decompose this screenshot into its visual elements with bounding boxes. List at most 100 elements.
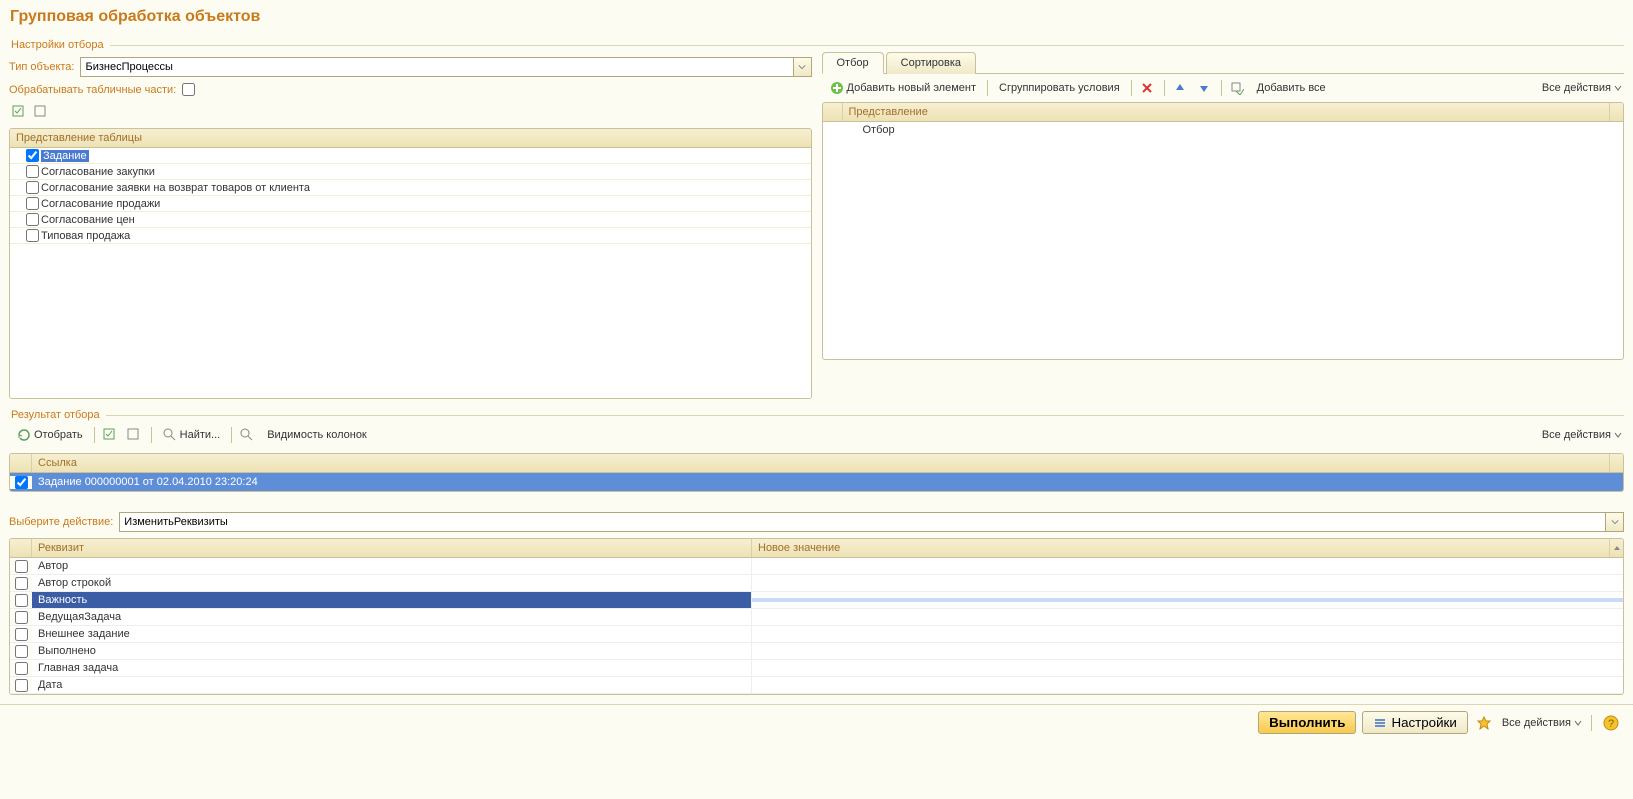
attr-checkbox[interactable] (15, 577, 28, 590)
item-label: Согласование заявки на возврат товаров о… (41, 182, 310, 194)
result-label: Задание 000000001 от 02.04.2010 23:20:24 (32, 473, 1623, 491)
attr-value[interactable] (752, 598, 1623, 602)
object-type-dropdown[interactable] (80, 57, 811, 77)
process-tabular-checkbox[interactable] (182, 83, 195, 96)
result-row[interactable]: Задание 000000001 от 02.04.2010 23:20:24 (10, 473, 1623, 491)
attr-name-header: Реквизит (32, 539, 752, 557)
settings-label: Настройки (1391, 715, 1456, 730)
object-type-input[interactable] (81, 61, 792, 73)
tab-sort[interactable]: Сортировка (886, 52, 976, 74)
item-checkbox[interactable] (26, 213, 39, 226)
item-checkbox[interactable] (26, 149, 39, 162)
columns-visibility-button[interactable]: Видимость колонок (261, 427, 373, 443)
item-label: Согласование продажи (41, 198, 160, 210)
bottom-all-actions[interactable]: Все действия (1502, 717, 1582, 729)
attr-name: Важность (32, 592, 752, 608)
attr-value[interactable] (752, 581, 1623, 585)
item-checkbox[interactable] (26, 197, 39, 210)
item-label: Согласование цен (41, 214, 135, 226)
table-view-item[interactable]: Согласование цен (10, 212, 811, 228)
attr-value[interactable] (752, 632, 1623, 636)
item-checkbox[interactable] (26, 229, 39, 242)
table-view-item[interactable]: Согласование заявки на возврат товаров о… (10, 180, 811, 196)
filter-column-header: Представление (843, 103, 1610, 121)
attr-name: Дата (32, 677, 752, 693)
uncheck-all-result-icon[interactable] (124, 425, 144, 445)
item-label: Задание (41, 150, 89, 162)
attr-name: Автор (32, 558, 752, 574)
attr-value[interactable] (752, 649, 1623, 653)
attr-row[interactable]: Дата (10, 677, 1623, 694)
svg-text:?: ? (1608, 718, 1614, 730)
table-view-item[interactable]: Типовая продажа (10, 228, 811, 244)
dropdown-icon[interactable] (1605, 513, 1623, 531)
attr-name: Главная задача (32, 660, 752, 676)
attr-checkbox[interactable] (15, 611, 28, 624)
filter-root-row[interactable]: Отбор (823, 122, 1624, 138)
attr-row[interactable]: Важность (10, 592, 1623, 609)
result-checkbox[interactable] (15, 476, 28, 489)
settings-button[interactable]: Настройки (1362, 711, 1467, 734)
attr-checkbox[interactable] (15, 662, 28, 675)
result-column-header: Ссылка (32, 454, 1609, 472)
attr-row[interactable]: Внешнее задание (10, 626, 1623, 643)
select-label: Отобрать (34, 429, 83, 441)
filter-section-legend: Настройки отбора (9, 39, 1624, 51)
page-title: Групповая обработка объектов (0, 0, 1633, 30)
attr-row[interactable]: Главная задача (10, 660, 1623, 677)
select-action-input[interactable] (120, 516, 1605, 528)
table-view-item[interactable]: Согласование закупки (10, 164, 811, 180)
select-action-dropdown[interactable] (119, 512, 1624, 532)
attr-checkbox[interactable] (15, 560, 28, 573)
process-tabular-label: Обрабатывать табличные части: (9, 84, 176, 96)
item-checkbox[interactable] (26, 165, 39, 178)
attr-checkbox[interactable] (15, 679, 28, 692)
add-all-button[interactable]: Добавить все (1251, 80, 1332, 96)
add-element-button[interactable]: Добавить новый элемент (824, 79, 983, 97)
item-label: Согласование закупки (41, 166, 155, 178)
attr-value[interactable] (752, 683, 1623, 687)
result-all-actions[interactable]: Все действия (1542, 429, 1622, 441)
filter-all-actions[interactable]: Все действия (1542, 82, 1622, 94)
attr-checkbox[interactable] (15, 594, 28, 607)
select-action-label: Выберите действие: (9, 516, 113, 528)
table-view-item[interactable]: Согласование продажи (10, 196, 811, 212)
help-icon[interactable]: ? (1601, 713, 1621, 733)
item-checkbox[interactable] (26, 181, 39, 194)
object-type-label: Тип объекта: (9, 61, 74, 73)
check-all-result-icon[interactable] (100, 425, 120, 445)
uncheck-all-icon[interactable] (31, 102, 51, 122)
move-down-icon[interactable] (1194, 78, 1214, 98)
attr-checkbox[interactable] (15, 645, 28, 658)
magnifier-icon[interactable] (237, 425, 257, 445)
settings-icon (1373, 716, 1387, 730)
table-view-panel: Представление таблицы ЗаданиеСогласовани… (9, 128, 812, 399)
attr-row[interactable]: Автор строкой (10, 575, 1623, 592)
tab-filter[interactable]: Отбор (822, 52, 884, 74)
attr-name: Выполнено (32, 643, 752, 659)
attr-value[interactable] (752, 615, 1623, 619)
attr-name: Внешнее задание (32, 626, 752, 642)
attr-row[interactable]: Автор (10, 558, 1623, 575)
move-up-icon[interactable] (1170, 78, 1190, 98)
star-icon[interactable] (1474, 713, 1494, 733)
attr-value[interactable] (752, 564, 1623, 568)
attr-name: Автор строкой (32, 575, 752, 591)
attr-row[interactable]: ВедущаяЗадача (10, 609, 1623, 626)
item-label: Типовая продажа (41, 230, 130, 242)
attr-name: ВедущаяЗадача (32, 609, 752, 625)
result-section-legend: Результат отбора (9, 409, 1624, 421)
scrollbar-up-icon[interactable] (1609, 539, 1623, 557)
execute-button[interactable]: Выполнить (1258, 711, 1356, 734)
find-button[interactable]: Найти... (157, 426, 227, 444)
delete-icon[interactable] (1137, 78, 1157, 98)
check-all-icon[interactable] (9, 102, 29, 122)
attr-checkbox[interactable] (15, 628, 28, 641)
dropdown-icon[interactable] (793, 58, 811, 76)
select-button[interactable]: Отобрать (11, 426, 89, 444)
add-all-icon[interactable] (1227, 78, 1247, 98)
attr-value[interactable] (752, 666, 1623, 670)
group-conditions-button[interactable]: Сгруппировать условия (993, 80, 1126, 96)
table-view-item[interactable]: Задание (10, 148, 811, 164)
attr-row[interactable]: Выполнено (10, 643, 1623, 660)
